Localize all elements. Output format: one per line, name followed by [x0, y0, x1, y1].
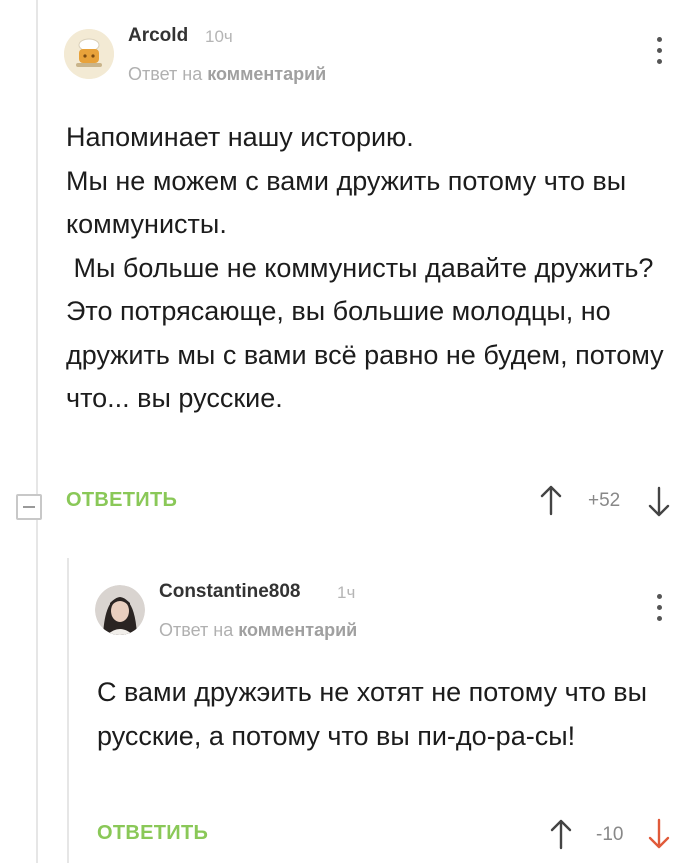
avatar[interactable] [95, 585, 145, 635]
thread-line [36, 0, 38, 863]
reply-button[interactable]: ОТВЕТИТЬ [97, 822, 208, 845]
score: -10 [596, 824, 624, 845]
timestamp: 10ч [205, 27, 233, 46]
reply-to-link[interactable]: комментарий [207, 64, 326, 84]
upvote-arrow-icon[interactable] [550, 818, 572, 850]
reply-button[interactable]: ОТВЕТИТЬ [66, 489, 177, 512]
reply-to-prefix: Ответ на [128, 64, 203, 84]
comment-text: С вами дружэить не хотят не потому что в… [97, 677, 655, 751]
user-photo-avatar-icon [95, 585, 145, 635]
score: +52 [588, 490, 621, 511]
collapse-thread-button[interactable] [16, 494, 42, 520]
reply-to-prefix: Ответ на [159, 620, 234, 640]
more-options-icon[interactable] [656, 594, 662, 624]
downvote-arrow-icon[interactable] [648, 818, 670, 850]
timestamp: 1ч [337, 583, 356, 602]
downvote-arrow-icon[interactable] [648, 486, 670, 518]
chef-avatar-icon [64, 29, 114, 79]
more-options-icon[interactable] [656, 37, 662, 67]
username[interactable]: Arcold [128, 25, 188, 47]
upvote-arrow-icon[interactable] [540, 484, 562, 516]
avatar[interactable] [64, 29, 114, 79]
username[interactable]: Constantine808 [159, 581, 300, 603]
comment-text: Напоминает нашу историю. Мы не можем с в… [66, 122, 664, 413]
reply-to-text: Ответ на комментарий [128, 64, 326, 85]
reply-to-text: Ответ на комментарий [159, 620, 357, 641]
thread-line-nested [67, 558, 69, 863]
reply-to-link[interactable]: комментарий [238, 620, 357, 640]
